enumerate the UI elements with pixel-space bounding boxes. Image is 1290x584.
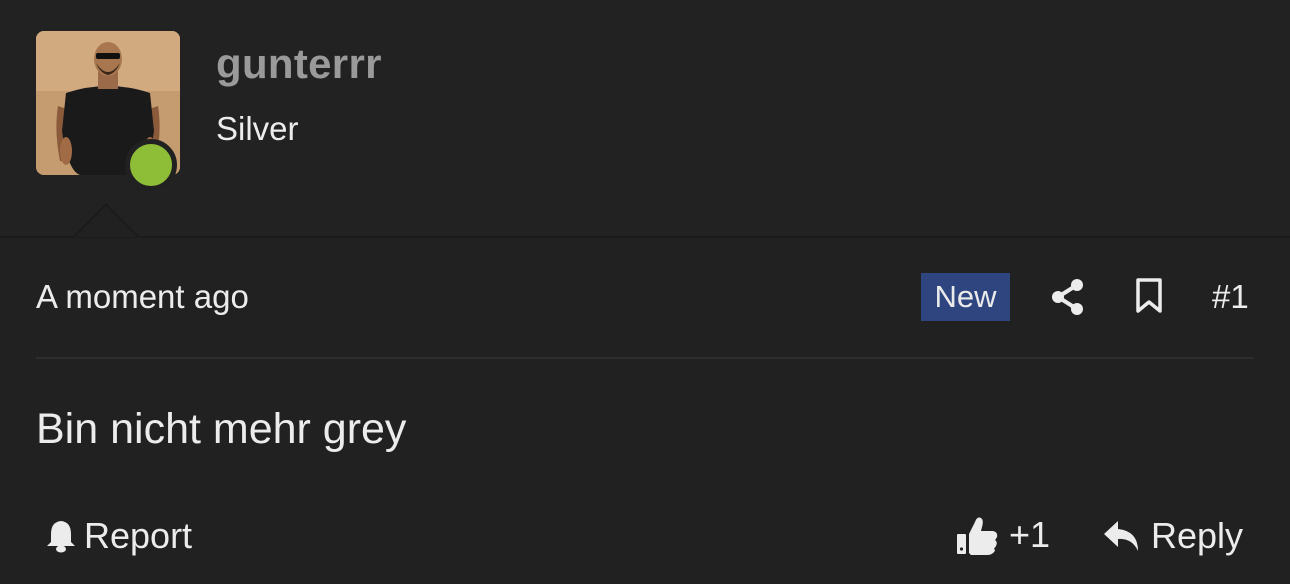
post-number-link[interactable]: #1	[1212, 278, 1249, 316]
like-count: +1	[1009, 514, 1051, 555]
post-author-header: gunterrr Silver	[0, 0, 1290, 238]
header-pointer-fill	[75, 206, 137, 237]
new-badge: New	[921, 273, 1010, 321]
post-message: Bin nicht mehr grey	[36, 405, 407, 453]
author-rank: Silver	[216, 110, 299, 147]
like-button[interactable]: +1	[955, 512, 1050, 558]
author-username[interactable]: gunterrr	[216, 40, 382, 88]
reply-label: Reply	[1151, 515, 1244, 556]
reply-icon	[1104, 521, 1138, 551]
report-label: Report	[84, 515, 193, 556]
reply-button[interactable]: Reply	[1103, 514, 1243, 558]
meta-divider	[36, 357, 1254, 359]
share-icon[interactable]	[1050, 278, 1086, 316]
forum-post: gunterrr Silver A moment ago New #1 Bin …	[0, 0, 1290, 584]
thumbs-up-icon	[957, 517, 998, 555]
report-button[interactable]: Report	[44, 514, 192, 558]
online-status-indicator	[125, 139, 177, 191]
bell-icon	[47, 521, 75, 553]
post-timestamp[interactable]: A moment ago	[36, 278, 249, 316]
bookmark-icon[interactable]	[1135, 278, 1163, 314]
